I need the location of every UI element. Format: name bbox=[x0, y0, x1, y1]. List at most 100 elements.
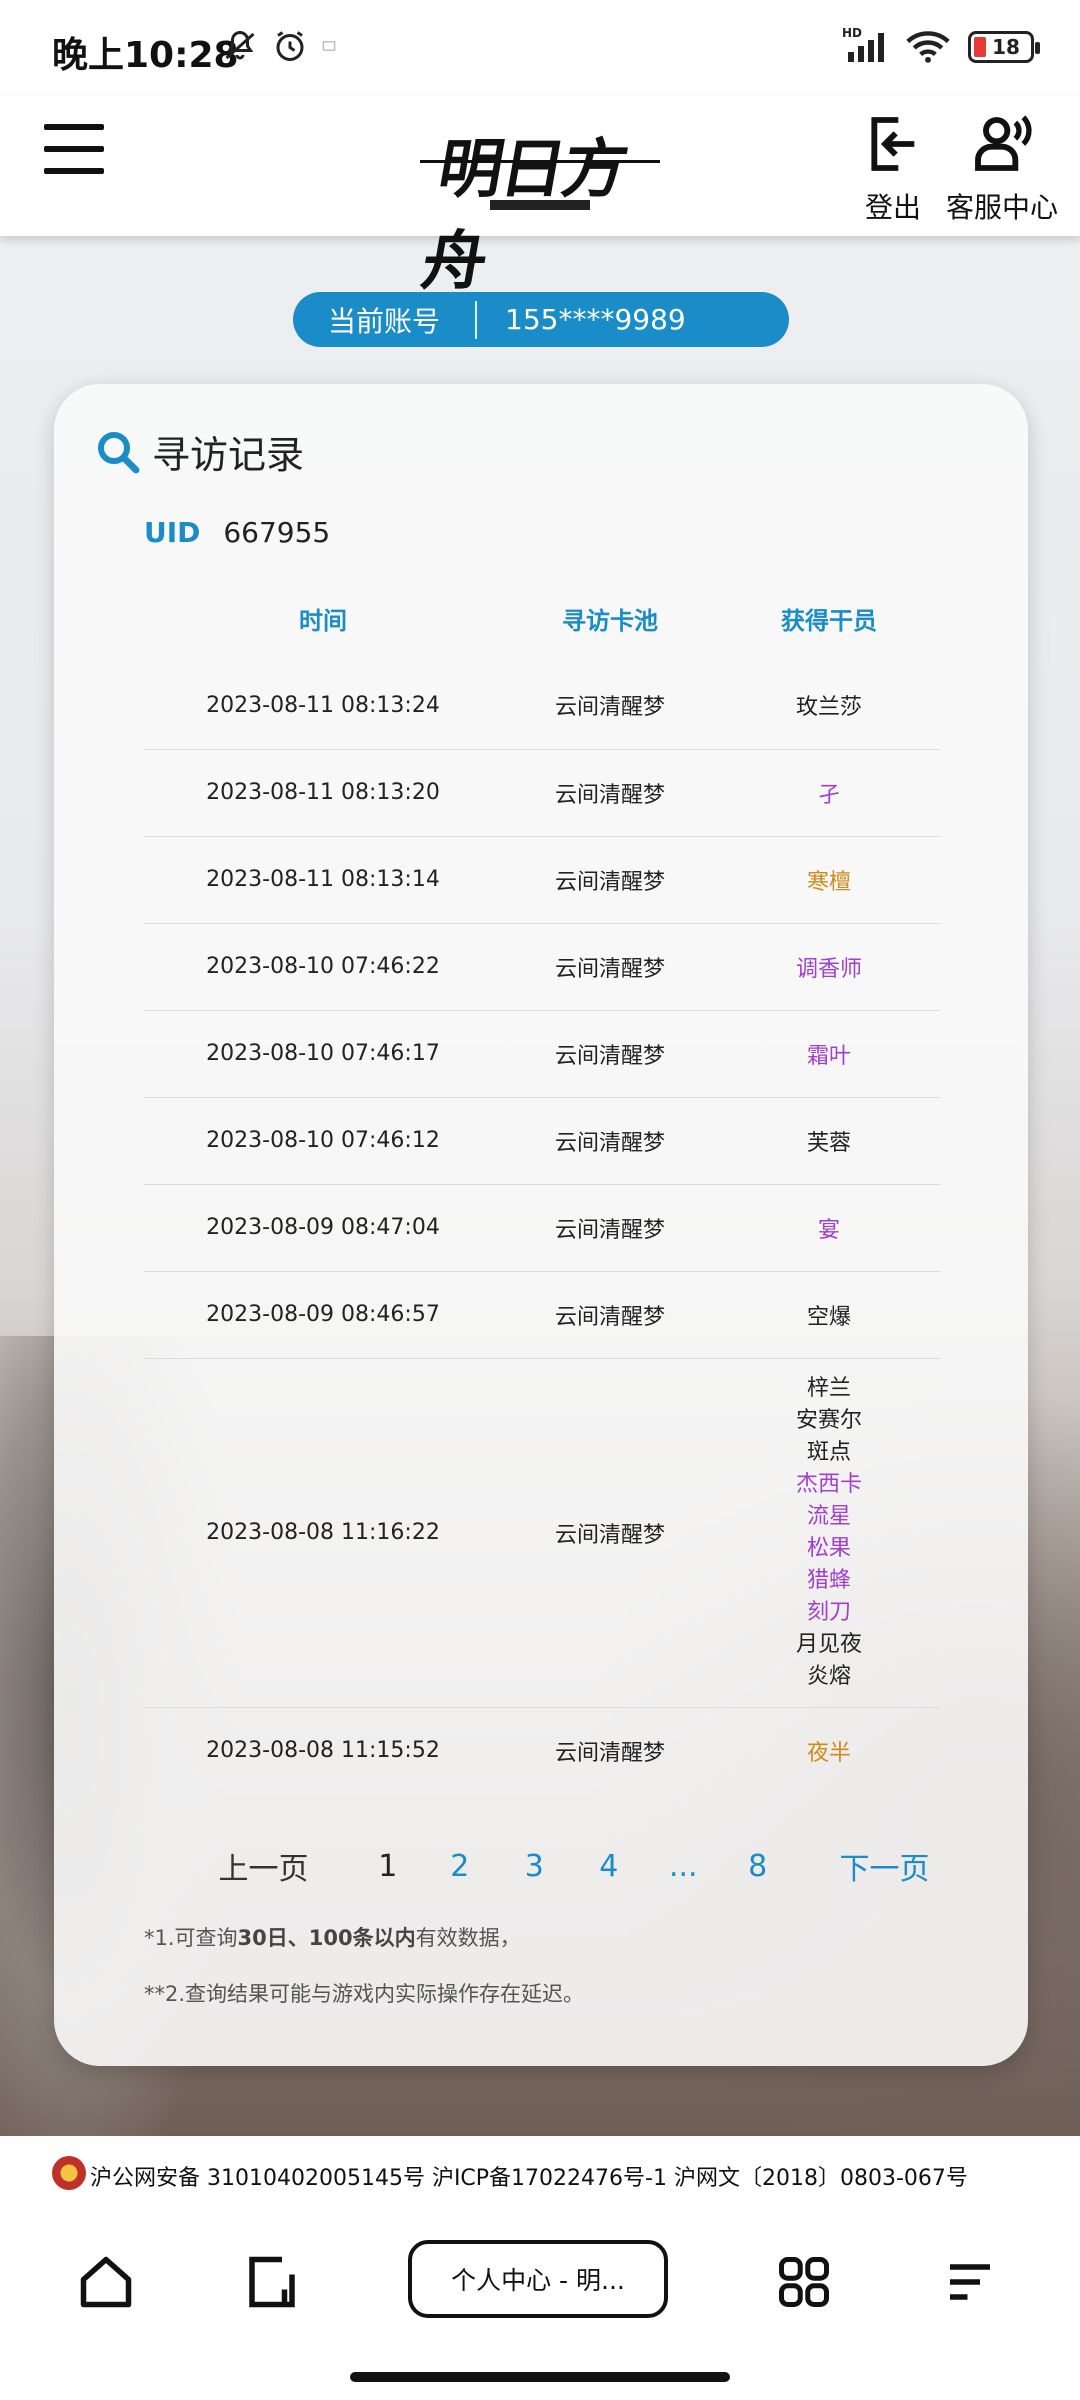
account-label: 当前账号 bbox=[327, 304, 440, 338]
record-operators: 寒檀 bbox=[718, 836, 940, 924]
page-link[interactable]: 3 bbox=[497, 1849, 571, 1884]
menu-lines-icon[interactable] bbox=[940, 2252, 1000, 2316]
record-operators: 孑 bbox=[718, 749, 940, 837]
record-time: 2023-08-09 08:46:57 bbox=[144, 1271, 502, 1359]
record-pool: 云间清醒梦 bbox=[502, 923, 718, 1011]
operator-name: 宴 bbox=[817, 1217, 840, 1243]
police-badge-icon bbox=[52, 2156, 86, 2190]
table-row: 2023-08-11 08:13:14 云间清醒梦 寒檀 bbox=[144, 836, 940, 924]
operator-name: 杰西卡 bbox=[795, 1471, 862, 1497]
search-icon bbox=[98, 431, 140, 473]
record-operators: 调香师 bbox=[718, 923, 940, 1011]
record-pool: 云间清醒梦 bbox=[502, 1184, 718, 1272]
logout-button[interactable]: 登出 bbox=[858, 112, 928, 226]
uid-row: UID 667955 bbox=[144, 516, 330, 549]
note-1-suffix: 有效数据， bbox=[415, 1926, 521, 1950]
column-header-time: 时间 bbox=[299, 606, 347, 635]
operator-name: 安赛尔 bbox=[795, 1407, 862, 1433]
alarm-icon bbox=[276, 31, 304, 61]
record-time: 2023-08-11 08:13:20 bbox=[144, 749, 502, 837]
operator-name: 芙蓉 bbox=[806, 1130, 851, 1156]
support-center-button[interactable]: 客服中心 bbox=[944, 112, 1060, 226]
operator-name: 孑 bbox=[817, 782, 840, 808]
record-operators: 芙蓉 bbox=[718, 1097, 940, 1185]
operator-name: 斑点 bbox=[806, 1439, 851, 1465]
column-header-operator: 获得干员 bbox=[781, 606, 877, 635]
records-title: 寻访记录 bbox=[94, 424, 304, 479]
table-row: 2023-08-10 07:46:12 云间清醒梦 芙蓉 bbox=[144, 1097, 940, 1185]
column-header-pool: 寻访卡池 bbox=[562, 606, 658, 635]
current-tab-pill[interactable]: 个人中心 - 明... bbox=[408, 2240, 668, 2318]
table-row: 2023-08-08 11:16:22 云间清醒梦 梓兰 安赛尔 斑点 杰西卡 流星 松果 猎蜂… bbox=[144, 1358, 940, 1708]
signal-icon: HD bbox=[842, 26, 888, 64]
table-row: 2023-08-10 07:46:22 云间清醒梦 调香师 bbox=[144, 923, 940, 1011]
page-ellipsis[interactable]: ... bbox=[646, 1849, 720, 1884]
note-1-prefix: *1.可查询 bbox=[144, 1926, 238, 1950]
operator-name: 刻刀 bbox=[806, 1599, 851, 1625]
record-operators: 梓兰安赛尔斑点杰西卡流星松果猎蜂刻刀月见夜炎熔 bbox=[718, 1358, 940, 1708]
small-notification-icon bbox=[322, 41, 336, 51]
record-operators: 玫兰莎 bbox=[718, 662, 940, 750]
operator-name: 月见夜 bbox=[795, 1631, 862, 1657]
record-pool: 云间清醒梦 bbox=[502, 1097, 718, 1185]
table-row: 2023-08-08 11:15:52 云间清醒梦 夜半 bbox=[144, 1707, 940, 1794]
mute-bell-icon bbox=[225, 30, 255, 60]
record-pool: 云间清醒梦 bbox=[502, 1271, 718, 1359]
logout-icon bbox=[871, 117, 915, 171]
record-time: 2023-08-09 08:47:04 bbox=[144, 1184, 502, 1272]
account-value: 155****9989 bbox=[505, 303, 686, 336]
app-header: 明日方舟 登出 客服中心 bbox=[0, 96, 1080, 299]
prev-page-button[interactable]: 上一页 bbox=[194, 1844, 333, 1888]
record-pool: 云间清醒梦 bbox=[554, 1740, 665, 1766]
operator-name: 猎蜂 bbox=[806, 1567, 851, 1593]
operator-name: 松果 bbox=[806, 1535, 851, 1561]
operator-name: 梓兰 bbox=[806, 1375, 851, 1401]
record-pool: 云间清醒梦 bbox=[502, 1358, 718, 1708]
records-title-text: 寻访记录 bbox=[152, 433, 305, 477]
license-footer: 沪公网安备 31010402005145号 沪ICP备17022476号-1 沪… bbox=[0, 2136, 1080, 2226]
uid-value: 667955 bbox=[223, 516, 331, 549]
status-bar: 晚上10:28 HD 18 bbox=[0, 0, 1080, 96]
tabs-counter-icon[interactable] bbox=[242, 2252, 302, 2316]
status-notification-icons bbox=[222, 28, 336, 64]
next-page-button[interactable]: 下一页 bbox=[815, 1844, 954, 1888]
record-time: 2023-08-10 07:46:12 bbox=[144, 1097, 502, 1185]
operator-name: 流星 bbox=[806, 1503, 851, 1529]
table-row: 2023-08-09 08:47:04 云间清醒梦 宴 bbox=[144, 1184, 940, 1272]
record-time: 2023-08-08 11:15:52 bbox=[206, 1738, 440, 1764]
record-pool: 云间清醒梦 bbox=[502, 1010, 718, 1098]
note-1-bold: 30日、100条以内 bbox=[237, 1926, 416, 1950]
record-operators: 空爆 bbox=[718, 1271, 940, 1359]
wifi-icon bbox=[906, 31, 950, 63]
record-time: 2023-08-10 07:46:22 bbox=[144, 923, 502, 1011]
page-link[interactable]: 4 bbox=[572, 1849, 646, 1884]
records-table: 时间 寻访卡池 获得干员 2023-08-11 08:13:24 云间清醒梦 玫兰莎… bbox=[144, 574, 940, 1794]
page-current[interactable]: 1 bbox=[353, 1849, 423, 1884]
current-tab-label: 个人中心 - 明... bbox=[451, 2266, 625, 2295]
page-link[interactable]: 2 bbox=[423, 1849, 497, 1884]
status-time: 晚上10:28 bbox=[52, 35, 239, 76]
record-time: 2023-08-10 07:46:17 bbox=[144, 1010, 502, 1098]
record-operators: 宴 bbox=[718, 1184, 940, 1272]
uid-label: UID bbox=[144, 516, 201, 549]
operator-name: 调香师 bbox=[795, 956, 862, 982]
page-link[interactable]: 8 bbox=[720, 1849, 794, 1884]
note-2: **2.查询结果可能与游戏内实际操作存在延迟。 bbox=[144, 1982, 585, 2006]
home-icon[interactable] bbox=[76, 2252, 136, 2316]
operator-name: 炎熔 bbox=[806, 1663, 851, 1689]
battery-level: 18 bbox=[992, 35, 1020, 59]
record-pool: 云间清醒梦 bbox=[502, 749, 718, 837]
arknights-logo[interactable]: 明日方舟 bbox=[416, 108, 660, 299]
apps-grid-icon[interactable] bbox=[774, 2252, 834, 2316]
logo-text: 明日方舟 bbox=[416, 132, 632, 299]
license-text[interactable]: 沪公网安备 31010402005145号 沪ICP备17022476号-1 沪… bbox=[90, 2160, 968, 2192]
battery-icon: 18 bbox=[968, 31, 1040, 63]
operator-name: 霜叶 bbox=[806, 1043, 851, 1069]
gacha-records-card: 寻访记录 UID 667955 时间 寻访卡池 获得干员 2023-08-11 … bbox=[54, 384, 1028, 2066]
operator-name: 夜半 bbox=[806, 1740, 851, 1766]
table-row: 2023-08-10 07:46:17 云间清醒梦 霜叶 bbox=[144, 1010, 940, 1098]
support-label: 客服中心 bbox=[945, 191, 1058, 224]
network-type-label: HD bbox=[842, 26, 863, 40]
hamburger-menu-icon[interactable] bbox=[44, 124, 104, 174]
home-indicator[interactable] bbox=[350, 2372, 730, 2382]
